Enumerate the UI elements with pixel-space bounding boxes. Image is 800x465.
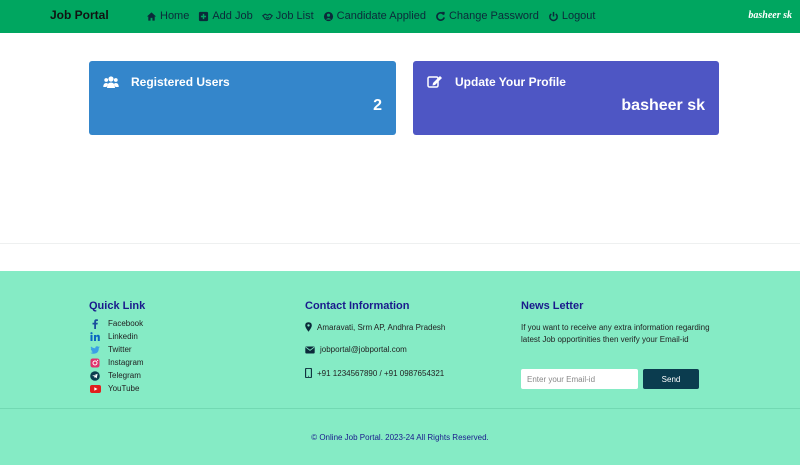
quick-link-title: Quick Link [89,300,146,312]
nav-candidate-applied[interactable]: Candidate Applied [323,10,426,22]
telegram-icon [90,370,100,381]
nav-job-list-label: Job List [275,10,314,22]
mobile-phone-icon [305,368,312,378]
newsletter-send-button[interactable]: Send [643,369,699,389]
link-instagram-label: Instagram [108,358,144,367]
contact-phone: +91 1234567890 / +91 0987654321 [305,368,444,378]
nav-add-job[interactable]: Add Job [198,10,253,22]
quick-link-list: Facebook Linkedin Twitter Instagram Tele… [89,317,144,395]
profile-user-name: basheer sk [621,97,705,114]
nav-change-password-label: Change Password [448,10,539,22]
nav-add-job-label: Add Job [212,10,253,22]
link-facebook[interactable]: Facebook [89,317,144,330]
facebook-icon [92,318,98,329]
update-profile-header: Update Your Profile [427,75,566,89]
copyright-text: © Online Job Portal. 2023-24 All Rights … [311,433,489,442]
envelope-icon [305,346,315,353]
youtube-icon [89,384,101,393]
newsletter-description: If you want to receive any extra informa… [521,323,710,344]
instagram-icon [90,358,100,367]
brand-logo[interactable]: Job Portal [50,8,109,22]
registered-users-title: Registered Users [131,75,230,89]
nav-home[interactable]: Home [146,10,189,22]
link-youtube[interactable]: YouTube [89,382,144,395]
users-icon [103,76,119,88]
contact-phone-text: +91 1234567890 / +91 0987654321 [317,368,445,378]
top-navbar: Job Portal Home Add Job Job List Candida… [0,0,800,33]
nav-change-password[interactable]: Change Password [435,10,539,22]
user-name-display: basheer sk [748,10,792,21]
content-divider [0,243,800,244]
nav-job-list[interactable]: Job List [261,10,314,22]
nav-candidate-applied-label: Candidate Applied [336,10,426,22]
link-telegram-label: Telegram [108,371,141,380]
linkedin-icon [90,332,100,341]
power-icon [548,11,558,21]
nav-logout-label: Logout [561,10,596,22]
page-footer: Quick Link Facebook Linkedin Twitter Ins… [0,271,800,465]
registered-users-header: Registered Users [103,75,230,89]
contact-email-text: jobportal@jobportal.com [320,345,407,354]
newsletter-title: News Letter [521,300,584,312]
footer-divider [0,408,800,409]
link-instagram[interactable]: Instagram [89,356,144,369]
update-profile-title: Update Your Profile [455,75,566,89]
newsletter-email-input[interactable] [521,369,638,389]
link-youtube-label: YouTube [108,384,140,393]
contact-address: Amaravati, Srm AP, Andhra Pradesh [305,322,445,332]
registered-users-card[interactable]: Registered Users 2 [89,61,396,135]
link-linkedin[interactable]: Linkedin [89,330,144,343]
link-facebook-label: Facebook [108,319,144,328]
main-nav: Home Add Job Job List Candidate Applied … [146,10,595,22]
contact-address-text: Amaravati, Srm AP, Andhra Pradesh [317,322,446,332]
link-twitter-label: Twitter [108,345,132,354]
registered-users-count: 2 [373,97,382,114]
nav-home-label: Home [160,10,190,22]
twitter-icon [90,345,100,354]
contact-title: Contact Information [305,300,410,312]
nav-logout[interactable]: Logout [548,10,596,22]
contact-email: jobportal@jobportal.com [305,345,407,354]
link-twitter[interactable]: Twitter [89,343,144,356]
link-linkedin-label: Linkedin [108,332,138,341]
home-icon [146,11,157,21]
user-circle-icon [323,11,333,21]
map-marker-icon [305,322,312,332]
refresh-icon [436,11,445,21]
link-telegram[interactable]: Telegram [89,369,144,382]
edit-icon [427,76,442,88]
plus-square-icon [199,11,209,21]
update-profile-card[interactable]: Update Your Profile basheer sk [413,61,719,135]
handshake-icon [261,13,273,20]
